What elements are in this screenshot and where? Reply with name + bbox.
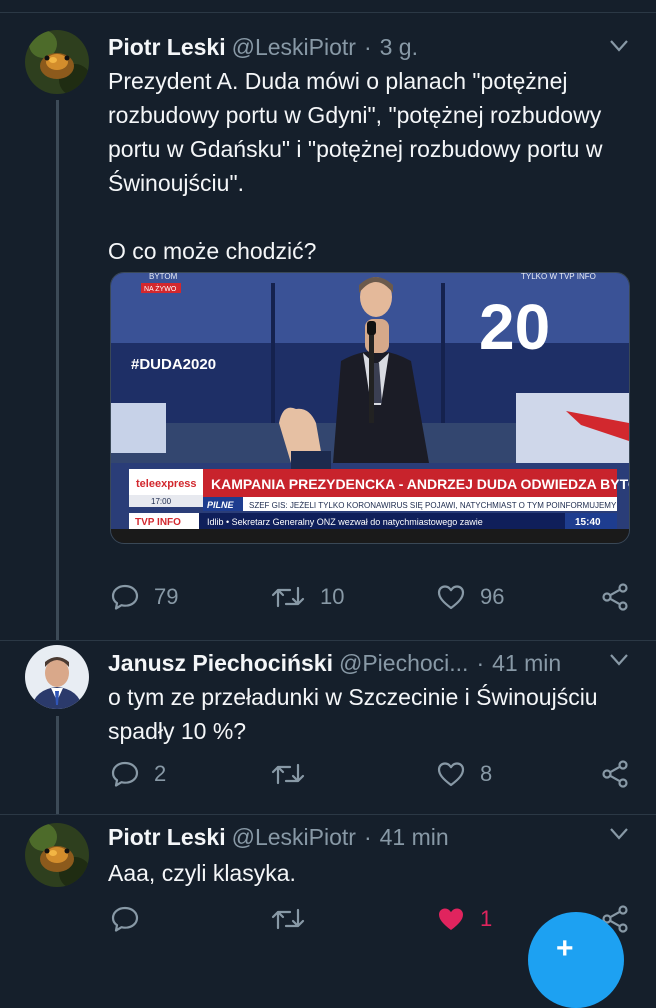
chevron-down-icon[interactable] (610, 654, 628, 666)
reply-button[interactable] (110, 904, 154, 934)
avatar-janusz-piechocinski[interactable] (25, 645, 89, 709)
hashtag-text: #DUDA2020 (131, 356, 216, 373)
retweet-button[interactable]: 10 (270, 582, 344, 612)
ticker-headline: KAMPANIA PREZYDENCKA - ANDRZEJ DUDA ODWI… (211, 476, 629, 492)
tweet-time[interactable]: 41 min (380, 824, 449, 850)
retweet-icon (271, 586, 305, 608)
tweet-header: Piotr Leski @LeskiPiotr · 3 g. (108, 34, 418, 61)
reply-count: 79 (154, 584, 179, 609)
reply-button[interactable]: 79 (110, 582, 178, 612)
compose-plus-icon: + (556, 932, 574, 965)
like-count: 1 (480, 906, 493, 931)
separator-dot: · (363, 824, 372, 850)
avatar-piotr-leski[interactable] (25, 30, 89, 94)
author-name[interactable]: Piotr Leski (108, 34, 226, 60)
author-handle[interactable]: @LeskiPiotr (232, 824, 356, 850)
tweet-2[interactable]: Janusz Piechociński @Piechoci... · 41 min o… (0, 640, 656, 814)
tweet-actions: 79 10 96 (108, 582, 638, 614)
share-icon (602, 583, 628, 611)
retweet-icon (271, 763, 305, 785)
ticker-clock: 15:40 (575, 517, 601, 528)
thread-line (56, 100, 59, 640)
like-button[interactable]: 96 (436, 582, 504, 612)
reply-button[interactable]: 2 (110, 759, 166, 789)
chevron-down-icon[interactable] (610, 40, 628, 52)
chevron-down-icon[interactable] (610, 828, 628, 840)
tv-corner-top: BYTOM (149, 273, 178, 281)
tweet-text: Prezydent A. Duda mówi o planach "potężn… (108, 68, 603, 264)
ticker-pilne: PILNE (207, 500, 235, 510)
retweet-icon (271, 908, 305, 930)
ticker-time-small: 17:00 (151, 497, 172, 506)
reply-count: 2 (154, 761, 167, 786)
share-button[interactable] (600, 582, 630, 612)
tv-live-badge: NA ŻYWO (144, 284, 177, 293)
tweet-media-image[interactable]: 20 #DUDA2020 BYTOM NA ŻYWO TYLKO W TVP I… (110, 272, 630, 544)
ticker-news: Idlib • Sekretarz Generalny ONZ wezwał d… (207, 517, 483, 527)
tweet-1[interactable]: Piotr Leski @LeskiPiotr · 3 g. Prezydent A.… (0, 0, 656, 640)
tweet-header: Janusz Piechociński @Piechoci... · 41 min (108, 650, 561, 677)
separator-dot: · (476, 650, 485, 676)
like-button[interactable]: 1 (436, 904, 492, 934)
retweet-button[interactable] (270, 904, 320, 934)
reply-icon (111, 906, 139, 932)
ticker-sub: SZEF GIS: JEŻELI TYLKO KORONAWIRUS SIĘ P… (249, 501, 617, 510)
avatar-piotr-leski[interactable] (25, 823, 89, 887)
author-name[interactable]: Janusz Piechociński (108, 650, 333, 676)
thread-line (56, 716, 59, 814)
tweet-time[interactable]: 41 min (492, 650, 561, 676)
like-count: 96 (480, 584, 505, 609)
like-button[interactable]: 8 (436, 759, 492, 789)
author-handle[interactable]: @LeskiPiotr (232, 34, 356, 60)
tweet-time[interactable]: 3 g. (380, 34, 418, 60)
ticker-brand: teleexpress (136, 478, 197, 490)
tweet-header: Piotr Leski @LeskiPiotr · 41 min (108, 824, 449, 851)
tv-corner-right: TYLKO W TVP INFO (521, 273, 596, 281)
like-count: 8 (480, 761, 493, 786)
tweet-text: o tym ze przeładunki w Szczecinie i Świn… (108, 684, 604, 744)
retweet-count: 10 (320, 584, 345, 609)
share-button[interactable] (600, 759, 630, 789)
heart-filled-icon (439, 908, 463, 930)
retweet-button[interactable] (270, 759, 320, 789)
author-handle[interactable]: @Piechoci... (339, 650, 468, 676)
share-icon (602, 760, 628, 788)
heart-icon (437, 762, 465, 787)
banner-year: 20 (479, 291, 550, 363)
reply-icon (111, 761, 139, 787)
separator-dot: · (363, 34, 372, 60)
tweet-text: Aaa, czyli klasyka. (108, 860, 296, 886)
compose-tweet-button[interactable]: + (528, 912, 624, 1008)
heart-icon (437, 585, 465, 610)
tweet-actions: 2 8 (108, 759, 638, 791)
reply-icon (111, 584, 139, 610)
channel-logo: TVP INFO (135, 517, 181, 528)
author-name[interactable]: Piotr Leski (108, 824, 226, 850)
